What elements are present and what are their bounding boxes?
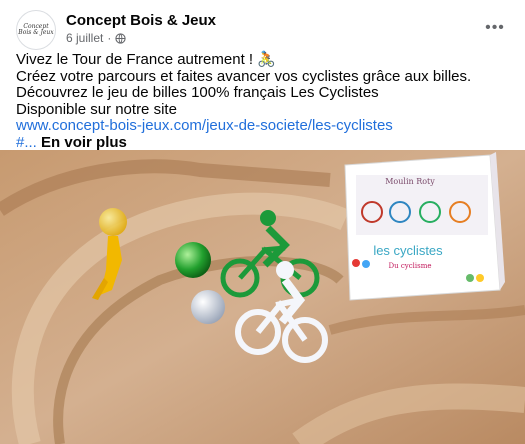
box-brand: Moulin Roty	[385, 177, 435, 186]
green-marble	[175, 242, 211, 278]
globe-icon	[115, 32, 126, 44]
post-text-line: Créez votre parcours et faites avancer v…	[16, 67, 472, 85]
more-options-button[interactable]: •••	[481, 14, 509, 42]
page-avatar[interactable]: Concept Bois & Jeux	[16, 10, 56, 50]
post-text-line: Découvrez le jeu de billes 100% français…	[16, 84, 379, 101]
post-text-line: Vivez le Tour de France autrement ! 🚴	[16, 51, 276, 68]
post-header: Concept Bois & Jeux Concept Bois & Jeux …	[16, 10, 509, 50]
post-body: Vivez le Tour de France autrement ! 🚴 Cr…	[16, 51, 509, 151]
see-more-link[interactable]: En voir plus	[41, 134, 127, 151]
game-box: Moulin Roty les cyclistes Du cyclisme	[344, 152, 505, 301]
hashtag-link[interactable]: #...	[16, 134, 37, 151]
facebook-post: Concept Bois & Jeux Concept Bois & Jeux …	[0, 0, 525, 444]
box-subtitle: Du cyclisme	[389, 262, 432, 270]
page-name[interactable]: Concept Bois & Jeux	[66, 12, 216, 29]
post-date[interactable]: 6 juillet	[66, 31, 103, 45]
post-text-line: Disponible sur notre site	[16, 100, 177, 118]
white-marble	[191, 290, 225, 324]
post-photo[interactable]: Moulin Roty les cyclistes Du cyclisme	[0, 150, 525, 444]
post-meta: 6 juillet ·	[66, 31, 126, 45]
post-link[interactable]: www.concept-bois-jeux.com/jeux-de-societ…	[16, 117, 393, 134]
box-title: les cyclistes	[373, 243, 443, 258]
avatar-line2: Bois & Jeux	[18, 29, 54, 36]
